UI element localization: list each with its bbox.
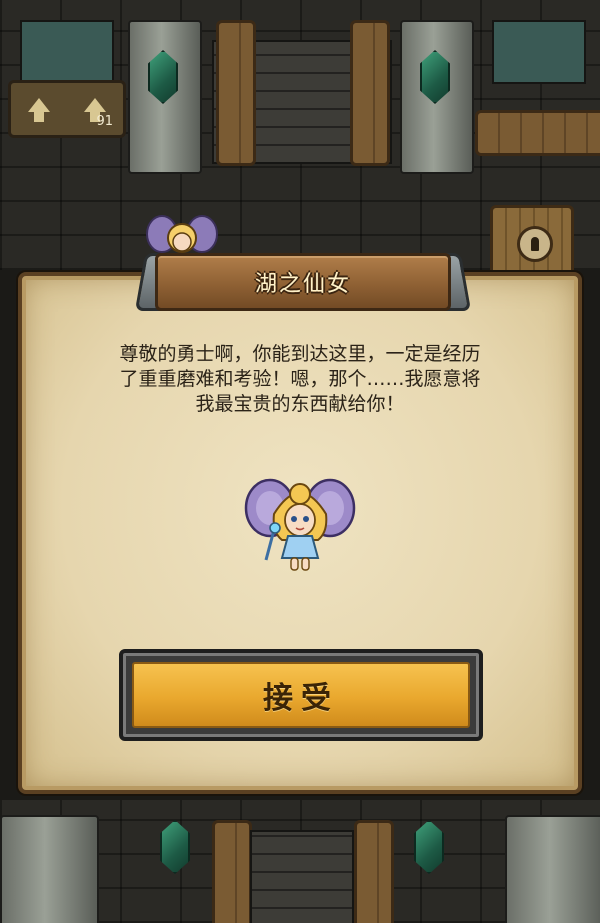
window-panel <box>492 20 586 84</box>
dialog-title: 湖之仙女 <box>254 272 351 297</box>
fairy-icon <box>244 478 356 571</box>
accept-button-face: 接受 <box>132 662 470 728</box>
stairs-up-icon <box>84 98 106 122</box>
stairs-up-tile[interactable]: 91 <box>8 80 126 138</box>
wooden-beam <box>212 820 252 923</box>
stone-pillar <box>0 815 99 923</box>
dialog-title-plank: 湖之仙女 <box>155 253 451 311</box>
floor-number: 91 <box>96 114 113 129</box>
wooden-beam <box>350 20 390 166</box>
dialog-message-line: 尊敬的勇士啊，你能到达这里，一定是经历 <box>119 343 481 365</box>
wooden-beam <box>354 820 394 923</box>
dialog-message-line: 了重重磨难和考验！嗯，那个……我愿意将 <box>119 368 481 390</box>
wooden-beam <box>216 20 256 166</box>
stairs-up-icon <box>28 98 50 122</box>
window-panel <box>20 20 114 84</box>
brick-wall <box>250 830 354 923</box>
stone-pillar <box>505 815 600 923</box>
accept-button[interactable]: 接受 <box>119 649 483 741</box>
wooden-ledge <box>475 110 600 156</box>
keyhole-door-icon <box>517 226 553 262</box>
dialog-message: 尊敬的勇士啊，你能到达这里，一定是经历 了重重磨难和考验！嗯，那个……我愿意将 … <box>78 342 522 417</box>
locked-door[interactable] <box>490 205 574 281</box>
dialog-message-line: 我最宝贵的东西献给你！ <box>195 393 405 415</box>
accept-button-label: 接受 <box>263 681 339 716</box>
